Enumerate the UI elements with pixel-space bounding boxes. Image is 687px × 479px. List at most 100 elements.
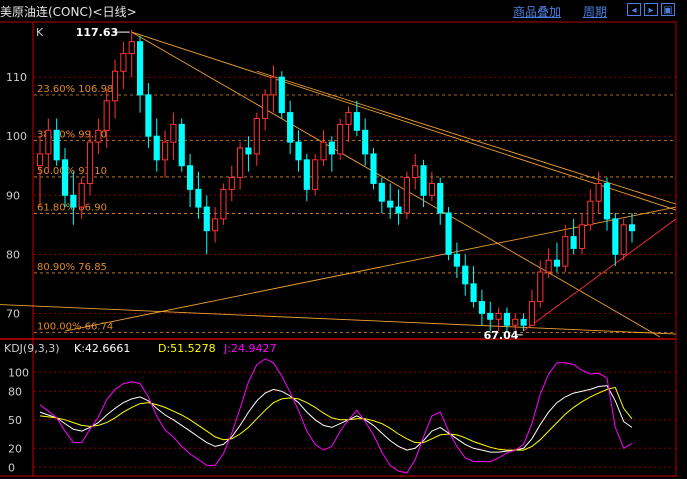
candle-up: [170, 123, 177, 143]
candle-down: [195, 188, 202, 208]
kdj-series-d: [39, 386, 633, 451]
candle-down: [203, 206, 210, 232]
candle-down: [470, 283, 477, 303]
candles: [36, 29, 636, 332]
candle-down: [53, 129, 60, 161]
candle-up: [512, 318, 519, 326]
candle-up: [45, 129, 52, 155]
price-tick-labels: 70 80 90 100 110: [6, 71, 27, 320]
kdj-d-label: D:51.5278: [158, 342, 216, 355]
kdj-k-label: K:42.6661: [74, 342, 130, 355]
candle-down: [462, 265, 469, 285]
candle-up: [103, 100, 110, 131]
candle-down: [503, 312, 511, 326]
candle-up: [128, 41, 135, 55]
candle-up: [320, 141, 327, 161]
price-tick-label: 90: [6, 189, 20, 202]
candle-down: [61, 159, 69, 196]
candle-down: [353, 112, 360, 131]
candle-up: [345, 112, 352, 125]
candle-up: [620, 224, 627, 255]
kdj-tick-label: 80: [8, 385, 22, 398]
candle-down: [178, 123, 185, 167]
candle-down: [478, 301, 486, 314]
price-tick-label: 100: [6, 130, 27, 143]
kdj-series-j: [39, 358, 633, 474]
candle-down: [278, 76, 285, 114]
fib-label: 80.90% 76.85: [37, 262, 107, 273]
candle-down: [612, 218, 619, 255]
kdj-name: KDJ(9,3,3): [4, 342, 60, 355]
candle-up: [220, 188, 227, 220]
candle-up: [237, 147, 244, 179]
chart-frame: [32, 21, 677, 477]
kdj-tick-label: 20: [8, 442, 22, 455]
candle-up: [161, 141, 169, 161]
candle-down: [395, 206, 402, 214]
candle-down: [378, 182, 385, 202]
candle-up: [428, 182, 435, 196]
candle-down: [287, 112, 294, 143]
candle-up: [545, 259, 552, 273]
price-tick-label: 70: [6, 307, 20, 320]
candle-down: [437, 182, 444, 214]
candle-up: [337, 123, 344, 155]
candle-up: [228, 177, 235, 190]
trend-line: [131, 31, 661, 338]
candle-up: [120, 53, 127, 72]
candle-down: [387, 200, 394, 208]
candle-down: [328, 141, 335, 155]
candle-down: [303, 159, 310, 190]
chart-area: K 708090100110 23.60% 106.9838.20% 99.30…: [0, 21, 677, 477]
candle-up: [495, 312, 502, 320]
candle-up: [587, 200, 594, 226]
kdj-tick-label: 0: [8, 461, 15, 474]
price-panel-label: K: [36, 26, 44, 39]
trend-lines: [0, 31, 677, 338]
kdj-grid: [34, 371, 676, 468]
kdj-tick-label: 100: [8, 366, 29, 379]
candle-up: [262, 94, 269, 119]
candle-down: [520, 318, 527, 326]
candle-down: [153, 135, 160, 161]
fib-label: 23.60% 106.98: [37, 84, 113, 95]
candle-up: [595, 182, 602, 202]
kdj-tick-labels: 0 20 50 80 100: [8, 366, 29, 474]
kdj-j-label: J:24.9427: [223, 342, 276, 355]
candle-up: [562, 236, 569, 267]
high-price-label: 117.63: [76, 26, 118, 39]
price-tick-label: 110: [6, 71, 27, 84]
candle-down: [570, 236, 577, 249]
candle-down: [145, 94, 152, 137]
candle-down: [445, 212, 452, 255]
candle-down: [186, 165, 194, 190]
candle-up: [270, 76, 277, 96]
candle-down: [553, 259, 561, 267]
candle-down: [362, 129, 369, 155]
candle-down: [245, 147, 252, 155]
candle-down: [628, 224, 636, 232]
candle-up: [78, 182, 85, 208]
candle-up: [111, 70, 119, 102]
kdj-lines: [39, 358, 633, 474]
candle-up: [578, 224, 586, 249]
candle-up: [403, 177, 410, 214]
candle-down: [603, 182, 611, 220]
candle-down: [487, 312, 494, 320]
candle-up: [36, 153, 44, 167]
candle-up: [95, 129, 102, 143]
price-tick-label: 80: [6, 248, 20, 261]
candle-down: [453, 253, 460, 267]
kdj-tick-label: 50: [8, 414, 22, 427]
kdj-header: KDJ(9,3,3) K:42.6661 D:51.5278 J:24.9427: [4, 342, 276, 355]
candle-up: [312, 159, 319, 190]
trend-line: [523, 218, 677, 332]
candle-down: [370, 153, 377, 184]
low-price-label: 67.04: [484, 329, 519, 342]
candle-up: [212, 218, 219, 232]
candle-up: [412, 165, 419, 179]
fib-label: 50.00% 93.10: [37, 166, 107, 177]
candle-down: [295, 141, 302, 161]
candle-up: [86, 141, 94, 184]
candle-up: [253, 117, 260, 155]
